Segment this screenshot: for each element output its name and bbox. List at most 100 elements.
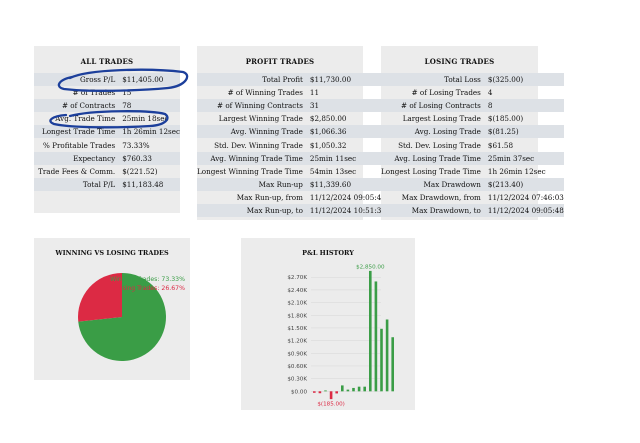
y-tick-label: $2.10K xyxy=(287,301,307,307)
losing-trades-panel: LOSING TRADES Total Loss $(325.00) # of Lo… xyxy=(381,46,564,220)
losing-trades-row-label: Std. Dev. Losing Trade xyxy=(398,140,481,150)
losing-trades-row-value: $(325.00) xyxy=(484,73,564,87)
win-loss-chart-panel: WINNING VS LOSING TRADES Winning Trades:… xyxy=(34,238,190,380)
y-tick-label: $1.80K xyxy=(287,313,307,319)
losing-trades-row-label: Longest Losing Trade Time xyxy=(381,166,481,176)
pnl-history-chart: $0.00 $0.30K $0.60K $0.90K $1.20K $1.50K $1.80… xyxy=(287,264,394,408)
profit-trades-row: Longest Winning Trade Time 54min 13sec xyxy=(197,165,386,178)
profit-trades-table: Total Profit $11,730.00 # of Winning Trade… xyxy=(197,73,386,218)
losing-trades-row: Max Drawdown, to 11/12/2024 09:05:48 xyxy=(381,203,564,218)
pie-legend-losing: Losing Trades: 26.67% xyxy=(115,285,185,292)
profit-trades-row-value: $11,730.00 xyxy=(306,73,386,87)
profit-trades-row-label: Std. Dev. Winning Trade xyxy=(214,140,303,150)
bar-data-label: $(185.00) xyxy=(317,402,345,408)
profit-trades-row-label: Max Run-up xyxy=(197,177,307,191)
losing-trades-table: Total Loss $(325.00) # of Losing Trades 4 # … xyxy=(381,73,564,218)
profit-trades-row-label: Total Profit xyxy=(197,73,307,87)
all-trades-row: Avg. Trade Time 25min 18sec xyxy=(34,112,180,125)
all-trades-row-value: $760.33 xyxy=(119,151,180,165)
bar-data-label: $2,850.00 xyxy=(356,264,385,270)
all-trades-row-label: Avg. Trade Time xyxy=(55,114,116,124)
profit-trades-row-value: 31 xyxy=(306,99,386,113)
profit-trades-row-value: 25min 11sec xyxy=(306,151,386,165)
losing-trades-row-label: Max Drawdown, to xyxy=(381,203,485,218)
losing-trades-row-value: 11/12/2024 07:46:03 xyxy=(487,192,564,202)
all-trades-row-value: $11,183.48 xyxy=(119,177,180,191)
losing-trades-row: # of Losing Contracts 8 xyxy=(381,99,564,113)
losing-trades-row: Std. Dev. Losing Trade $61.58 xyxy=(381,138,564,151)
y-tick-label: $0.30K xyxy=(287,377,307,383)
pie-legend-winning: Winning Trades: 73.33% xyxy=(110,276,185,283)
all-trades-row-value: 15 xyxy=(122,88,132,98)
profit-trades-row-label: Max Run-up, to xyxy=(197,203,307,218)
profit-trades-row: Std. Dev. Winning Trade $1,050.32 xyxy=(197,138,386,151)
all-trades-row-label: Total P/L xyxy=(34,177,120,191)
profit-trades-row-label: Avg. Winning Trade xyxy=(197,125,307,139)
profit-trades-title: PROFIT TRADES xyxy=(245,57,315,66)
all-trades-panel: ALL TRADES Gross P/L $11,405.00 # of Trade… xyxy=(34,46,180,213)
profit-trades-row-label: # of Winning Contracts xyxy=(197,99,307,113)
losing-trades-row: # of Losing Trades 4 xyxy=(381,86,564,99)
y-tick-label: $1.50K xyxy=(287,326,307,332)
losing-trades-row-value: 11/12/2024 09:05:48 xyxy=(484,203,564,218)
profit-trades-row: Max Run-up, to 11/12/2024 10:51:30 xyxy=(197,203,386,218)
losing-trades-row-value: $(81.25) xyxy=(484,125,564,139)
all-trades-row-label: # of Trades xyxy=(72,88,116,98)
losing-trades-row-label: # of Losing Contracts xyxy=(381,99,485,113)
losing-trades-row-label: Max Drawdown xyxy=(381,177,485,191)
losing-trades-row-value: $(213.40) xyxy=(484,177,564,191)
losing-trades-row-label: Largest Losing Trade xyxy=(402,114,481,124)
profit-trades-row: # of Winning Contracts 31 xyxy=(197,99,386,113)
pnl-bar xyxy=(385,319,389,392)
pnl-bar xyxy=(324,390,327,392)
all-trades-row: Longest Trade Time 1h 26min 12sec xyxy=(34,125,180,139)
all-trades-row-label: Gross P/L xyxy=(34,73,120,87)
all-trades-row: # of Contracts 78 xyxy=(34,99,180,113)
pnl-history-panel: P&L HISTORY $0.00 $0.30K $0.60K $0.90K $1.20… xyxy=(241,238,415,410)
all-trades-row: % Profitable Trades 73.33% xyxy=(34,138,180,151)
losing-trades-row: Max Drawdown $(213.40) xyxy=(381,177,564,191)
losing-trades-row-label: Avg. Losing Trade xyxy=(381,125,485,139)
all-trades-title: ALL TRADES xyxy=(80,57,134,66)
pnl-bar xyxy=(352,387,355,392)
pnl-bar xyxy=(335,391,338,394)
profit-trades-row: Max Run-up, from 11/12/2024 09:05:48 xyxy=(197,191,386,204)
win-loss-pie-chart: Winning Trades: 73.33% Losing Trades: 26… xyxy=(77,273,185,361)
all-trades-row-label: Trade Fees & Comm. xyxy=(38,166,116,176)
losing-trades-row-label: Max Drawdown, from xyxy=(401,192,481,202)
profit-trades-row: Avg. Winning Trade $1,066.36 xyxy=(197,125,386,139)
profit-trades-panel: PROFIT TRADES Total Profit $11,730.00 # of… xyxy=(197,46,386,220)
all-trades-row: Expectancy $760.33 xyxy=(34,151,180,165)
pnl-bar xyxy=(318,391,322,394)
pnl-bar xyxy=(313,391,316,393)
pnl-bar xyxy=(329,391,333,400)
y-tick-label: $2.40K xyxy=(287,288,307,294)
losing-trades-row-value: 25min 37sec xyxy=(484,151,564,165)
all-trades-table: Gross P/L $11,405.00 # of Trades 15 # of Con… xyxy=(34,73,180,191)
profit-trades-row: Max Run-up $11,339.60 xyxy=(197,177,386,191)
y-tick-label: $1.20K xyxy=(287,339,307,345)
profit-trades-row-value: $11,339.60 xyxy=(306,177,386,191)
pnl-bar xyxy=(369,270,372,392)
profit-trades-row-value: 11/12/2024 10:51:30 xyxy=(306,203,386,218)
y-tick-label: $2.70K xyxy=(287,275,307,281)
losing-trades-row: Max Drawdown, from 11/12/2024 07:46:03 xyxy=(381,191,564,204)
all-trades-row-value: 78 xyxy=(119,99,180,113)
profit-trades-row: Total Profit $11,730.00 xyxy=(197,73,386,87)
losing-trades-row-label: Total Loss xyxy=(381,73,485,87)
pnl-bar xyxy=(346,389,350,392)
profit-trades-row-value: $1,066.36 xyxy=(306,125,386,139)
pnl-bar xyxy=(391,337,394,392)
all-trades-row-value: $11,405.00 xyxy=(119,73,180,87)
losing-trades-row-value: 1h 26min 12sec xyxy=(487,166,546,176)
profit-trades-row-label: Longest Winning Trade Time xyxy=(197,166,303,176)
profit-trades-row-value: $1,050.32 xyxy=(309,140,347,150)
profit-trades-row-label: # of Winning Trades xyxy=(227,88,303,98)
losing-trades-row-value: $61.58 xyxy=(487,140,514,150)
y-tick-label: $0.60K xyxy=(287,364,307,370)
all-trades-row-label: # of Contracts xyxy=(34,99,120,113)
all-trades-row-label: % Profitable Trades xyxy=(43,140,116,150)
pnl-bar xyxy=(341,385,344,392)
profit-trades-row-value: 11 xyxy=(309,88,320,98)
all-trades-row: Trade Fees & Comm. $(221.52) xyxy=(34,165,180,178)
